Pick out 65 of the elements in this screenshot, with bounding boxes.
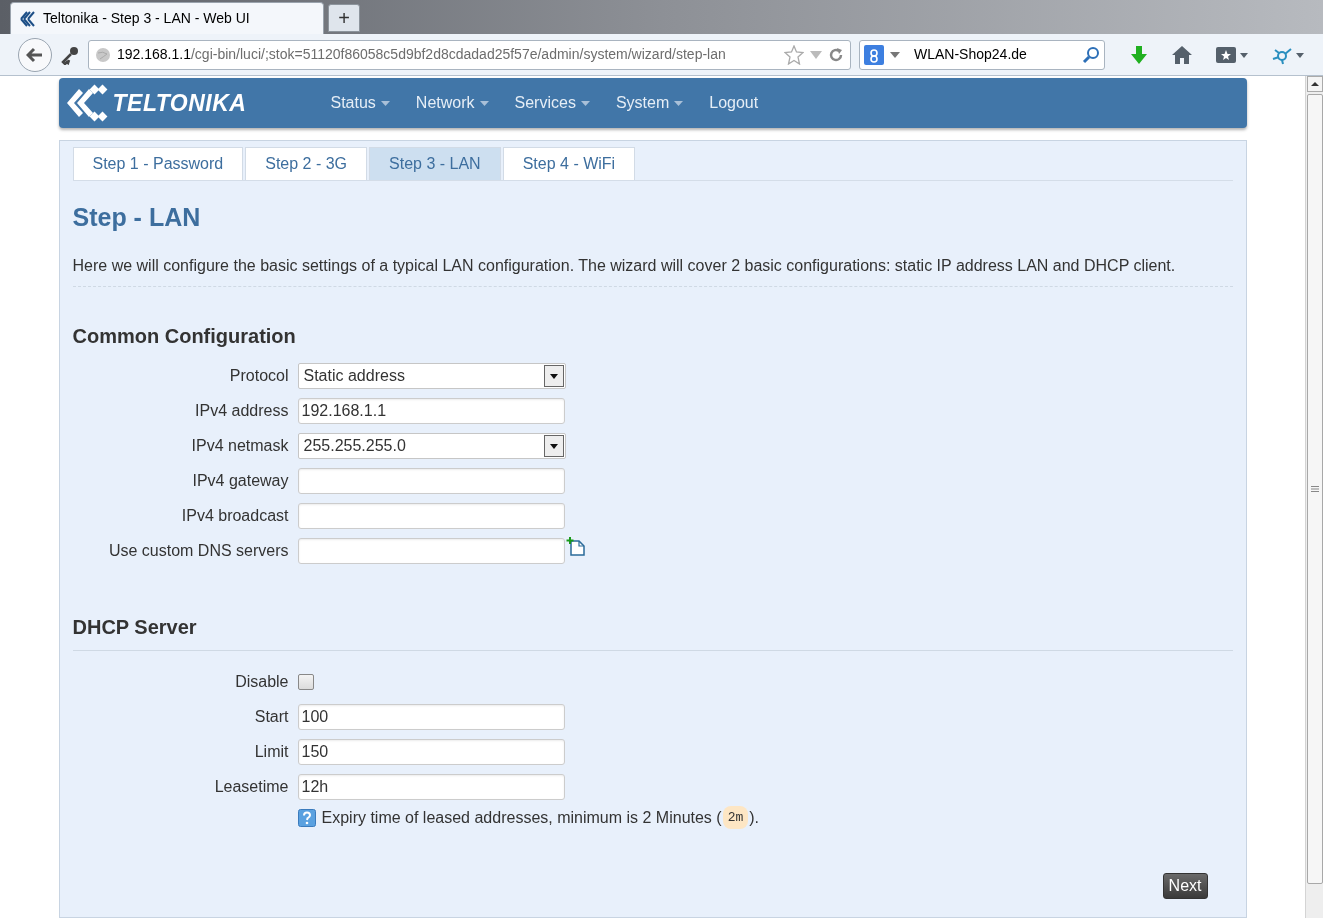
field-label: Start: [253, 706, 290, 727]
back-button[interactable]: [18, 37, 52, 72]
field-label: Disable: [234, 671, 290, 692]
wizard-tab[interactable]: Step 4 - WiFi: [502, 147, 636, 180]
search-engine-icon[interactable]: [864, 44, 884, 65]
nav-menu-item[interactable]: Logout: [697, 85, 771, 121]
caret-icon: [380, 100, 390, 106]
wizard-tab[interactable]: Step 3 - LAN: [369, 147, 501, 180]
text-input[interactable]: 150: [297, 738, 565, 765]
hint-text: Expiry time of leased addresses, minimum is 2 Minutes (: [321, 807, 722, 828]
checkbox[interactable]: [297, 673, 314, 690]
search-field[interactable]: WLAN-Shop24.de: [859, 39, 1105, 70]
bookmarks-icon[interactable]: [1215, 44, 1249, 65]
hint-text: ).: [749, 807, 760, 828]
nav-menu-item[interactable]: Network: [403, 85, 501, 121]
text-input[interactable]: 12h: [297, 773, 565, 800]
select-field[interactable]: Static address: [297, 362, 566, 389]
add-entry-icon[interactable]: [565, 536, 586, 557]
help-icon: [297, 808, 316, 827]
field-label: IPv4 gateway: [191, 470, 290, 491]
field-label: IPv4 broadcast: [180, 505, 290, 526]
browser-tab[interactable]: Teltonika - Step 3 - LAN - Web UI: [10, 2, 324, 34]
star-icon[interactable]: [784, 44, 804, 65]
select-field[interactable]: 255.255.255.0: [297, 432, 566, 459]
nav-menu-item[interactable]: System: [603, 85, 696, 121]
page-title: Step - LAN: [72, 202, 202, 233]
nav-menu-item[interactable]: Status: [318, 85, 402, 121]
caret-icon: [674, 100, 684, 106]
nav-menu-item[interactable]: Services: [502, 85, 602, 121]
reload-icon[interactable]: [828, 46, 844, 63]
field-label: Use custom DNS servers: [107, 540, 290, 561]
key-icon: [60, 44, 80, 65]
text-input[interactable]: [297, 467, 565, 494]
url-path: /cgi-bin/luci/;stok=51120f86058c5d9bf2d8cdadad25f57e/admin/system/wizard/step-lan: [190, 46, 726, 62]
wizard-tab[interactable]: Step 1 - Password: [72, 147, 244, 180]
wizard-tab[interactable]: Step 2 - 3G: [245, 147, 368, 180]
url-host: 192.168.1.1: [117, 46, 191, 62]
field-label: Limit: [253, 741, 290, 762]
section-title: Common Configuration: [72, 323, 297, 349]
home-icon[interactable]: [1171, 44, 1193, 65]
search-icon[interactable]: [1082, 45, 1100, 64]
download-icon[interactable]: [1129, 44, 1149, 65]
text-input[interactable]: 100: [297, 703, 565, 730]
field-label: Leasetime: [213, 776, 290, 797]
description-text: Here we will configure the basic settings of a typical LAN configuration. The wizard will cover 2 basic configurations: static IP address LAN and DHCP client.: [72, 253, 1233, 287]
field-label: IPv4 netmask: [190, 435, 290, 456]
text-input[interactable]: 192.168.1.1: [297, 397, 565, 424]
scroll-up-icon[interactable]: [1306, 76, 1323, 92]
globe-icon: [95, 46, 111, 63]
caret-icon: [580, 100, 590, 106]
field-label: Protocol: [228, 365, 290, 386]
caret-icon[interactable]: [890, 51, 900, 58]
new-tab-button[interactable]: +: [328, 4, 360, 32]
back-arrow-icon: [26, 46, 44, 63]
address-bar[interactable]: 192.168.1.1/cgi-bin/luci/;stok=51120f86058c5d9bf2d8cdadad25f57e/admin/system/wizard/step-lan: [88, 39, 851, 70]
text-input[interactable]: [297, 502, 565, 529]
grip-icon: [1310, 485, 1319, 493]
text-input[interactable]: [297, 537, 565, 564]
caret-icon: [479, 100, 489, 106]
code-snippet: 2m: [722, 805, 749, 830]
logo-text: TELTONIKA: [112, 88, 247, 118]
section-title: DHCP Server: [72, 611, 1233, 651]
field-label: IPv4 address: [194, 400, 290, 421]
next-button[interactable]: Next: [1162, 873, 1208, 899]
search-value: WLAN-Shop24.de: [914, 45, 1028, 64]
